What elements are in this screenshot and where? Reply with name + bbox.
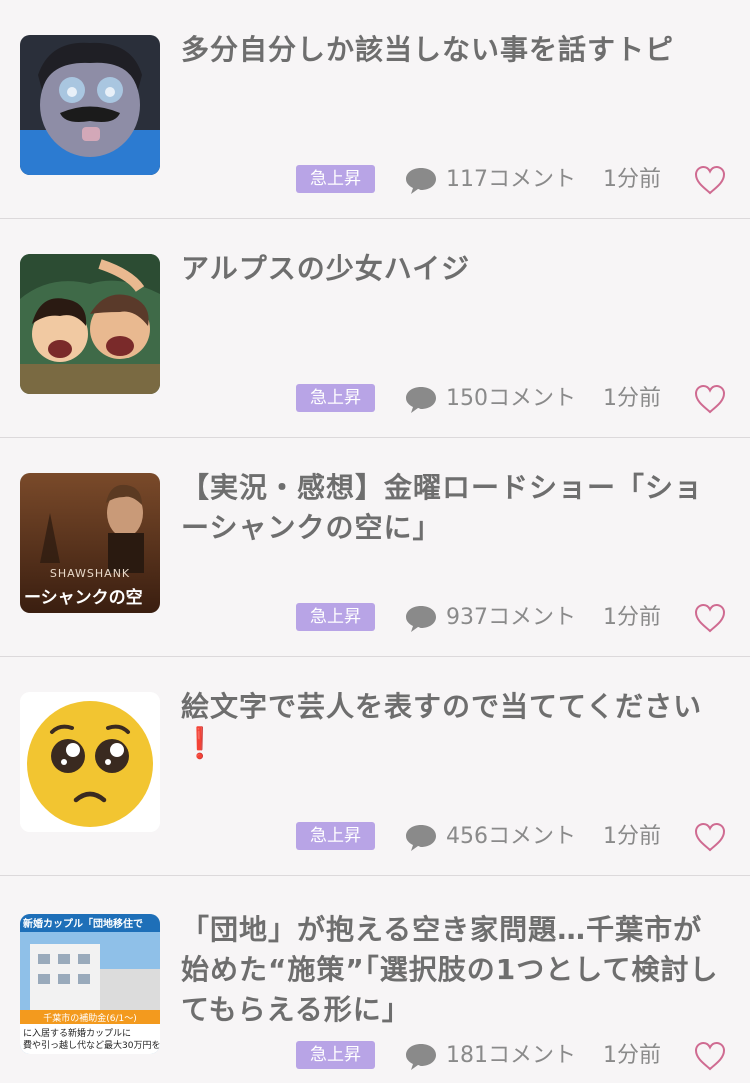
topic-title[interactable]: 「団地」が抱える空き家問題…千葉市が始めた“施策”「選択肢の1つとして検討しても… [181,910,721,1030]
heart-icon[interactable] [693,821,727,853]
list-item[interactable]: 多分自分しか該当しない事を話すトピ 急上昇 117コメント 1分前 [0,0,750,219]
news-caption: 費や引っ越し代など最大30万円を [23,1039,160,1051]
list-item[interactable]: 新婚カップル「団地移住で 千葉市の補助金(6/1〜) に入居する新婚カップルに … [0,876,750,1083]
list-item[interactable]: 絵文字で芸人を表すので当ててください ❗ 急上昇 456コメント 1分前 [0,657,750,876]
news-caption: 新婚カップル「団地移住で [23,917,143,930]
topic-title[interactable]: 多分自分しか該当しない事を話すトピ [181,30,731,70]
comment-count: 181コメント [446,1043,576,1068]
topic-title[interactable]: 【実況・感想】金曜ロードショー「ショーシャンクの空に」 [181,468,731,548]
trending-badge: 急上昇 [296,384,375,412]
exclamation-icon: ❗ [181,726,220,761]
thumbnail[interactable] [20,254,160,394]
thumbnail[interactable]: 新婚カップル「団地移住で 千葉市の補助金(6/1〜) に入居する新婚カップルに … [20,914,160,1054]
comment-icon [406,1044,436,1070]
post-time: 1分前 [603,605,661,630]
topic-meta: 急上昇 117コメント 1分前 [296,165,736,195]
anime-heidi-thumbnail-icon [20,254,160,394]
heart-icon[interactable] [693,383,727,415]
thumbnail[interactable]: SHAWSHANK ーシャンクの空 [20,473,160,613]
comment-icon [406,825,436,851]
trending-badge: 急上昇 [296,1041,375,1069]
thumbnail[interactable] [20,35,160,175]
post-time: 1分前 [603,824,661,849]
comment-count: 937コメント [446,605,576,630]
comment-count: 117コメント [446,167,576,192]
thumbnail[interactable] [20,692,160,832]
topic-title-text: 絵文字で芸人を表すので当ててください [181,690,703,723]
comment-icon [406,387,436,413]
list-item[interactable]: アルプスの少女ハイジ 急上昇 150コメント 1分前 [0,219,750,438]
news-building-thumbnail-icon: 新婚カップル「団地移住で 千葉市の補助金(6/1〜) に入居する新婚カップルに … [20,914,160,1054]
trending-badge: 急上昇 [296,603,375,631]
news-caption: に入居する新婚カップルに [23,1027,131,1039]
topic-list: 多分自分しか該当しない事を話すトピ 急上昇 117コメント 1分前 アルプスの少… [0,0,750,1083]
heart-icon[interactable] [693,1040,727,1072]
news-caption: 千葉市の補助金(6/1〜) [43,1012,137,1024]
comment-icon [406,606,436,632]
comment-icon [406,168,436,194]
movie-poster-thumbnail-icon: SHAWSHANK ーシャンクの空 [20,473,160,613]
topic-meta: 急上昇 181コメント 1分前 [296,1041,736,1071]
topic-meta: 急上昇 456コメント 1分前 [296,822,736,852]
list-item[interactable]: SHAWSHANK ーシャンクの空 【実況・感想】金曜ロードショー「ショーシャン… [0,438,750,657]
trending-badge: 急上昇 [296,822,375,850]
topic-title[interactable]: 絵文字で芸人を表すので当ててください ❗ [181,687,731,761]
topic-meta: 急上昇 150コメント 1分前 [296,384,736,414]
comment-count: 456コメント [446,824,576,849]
topic-title[interactable]: アルプスの少女ハイジ [181,249,731,289]
comment-count: 150コメント [446,386,576,411]
post-time: 1分前 [603,1043,661,1068]
pleading-face-emoji-thumbnail-icon [20,692,160,832]
poster-text: ーシャンクの空 [24,587,143,608]
post-time: 1分前 [603,386,661,411]
topic-meta: 急上昇 937コメント 1分前 [296,603,736,633]
heart-icon[interactable] [693,602,727,634]
poster-text: SHAWSHANK [50,567,130,580]
cartoon-face-thumbnail-icon [20,35,160,175]
heart-icon[interactable] [693,164,727,196]
trending-badge: 急上昇 [296,165,375,193]
post-time: 1分前 [603,167,661,192]
